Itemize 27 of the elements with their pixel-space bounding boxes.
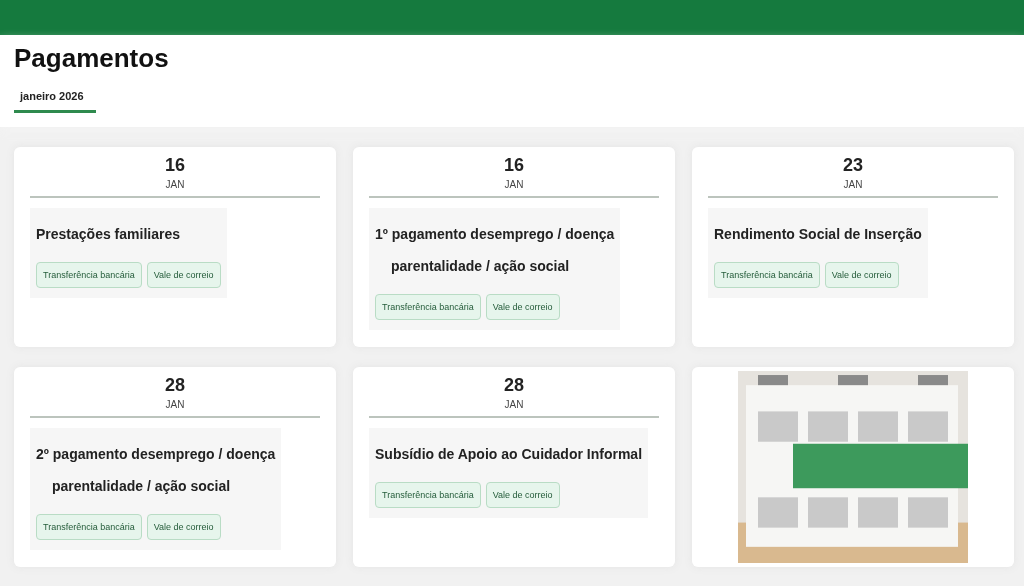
date-day: 16	[504, 155, 524, 176]
method-tag: Vale de correio	[146, 514, 221, 541]
date-month: JAN	[504, 179, 524, 190]
date-month: JAN	[504, 399, 524, 410]
method-tag: Transferência bancária	[375, 294, 481, 321]
method-tag: Vale de correio	[485, 482, 560, 509]
method-tag: Vale de correio	[824, 262, 899, 289]
page-title: Pagamentos	[14, 43, 170, 74]
method-tag: Transferência bancária	[375, 482, 481, 509]
method-tag: Transferência bancária	[36, 514, 142, 541]
date-day: 23	[843, 155, 863, 176]
method-tag: Transferência bancária	[36, 262, 142, 289]
date-month: JAN	[165, 179, 185, 190]
payment-title: 1º pagamento desemprego / doença parentalidade / ação social	[375, 225, 615, 277]
date-day: 28	[165, 375, 185, 396]
payment-title: 2º pagamento desemprego / doença parentalidade / ação social	[36, 445, 276, 497]
payment-title: Rendimento Social de Inserção	[714, 225, 922, 244]
method-tag: Vale de correio	[146, 262, 221, 289]
date-day: 28	[504, 375, 524, 396]
date-month: JAN	[165, 399, 185, 410]
date-month: JAN	[843, 179, 863, 190]
month-tab[interactable]: janeiro 2026	[14, 86, 96, 113]
method-tag: Vale de correio	[485, 294, 560, 321]
payment-title: Prestações familiares	[36, 225, 181, 244]
method-tag: Transferência bancária	[714, 262, 820, 289]
payment-title: Subsídio de Apoio ao Cuidador Informal	[375, 445, 643, 464]
date-day: 16	[165, 155, 185, 176]
